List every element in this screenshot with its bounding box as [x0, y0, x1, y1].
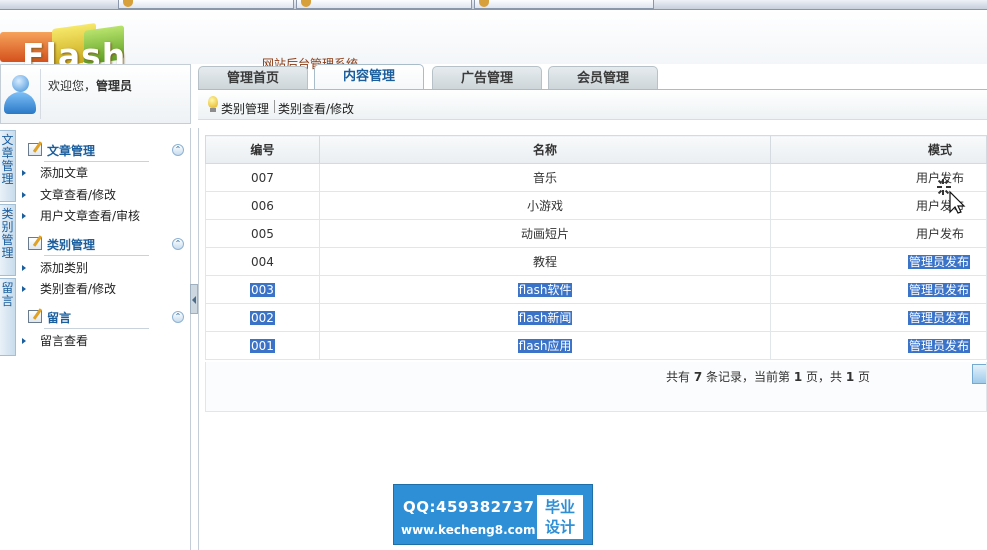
pager-button[interactable] — [972, 364, 986, 384]
lightbulb-icon — [208, 96, 218, 112]
total-records: 7 — [693, 370, 703, 384]
cell-id: 001 — [205, 331, 320, 360]
cell-mode: 管理员发布 — [770, 303, 987, 332]
pagination-text: 共有 7 条记录，当前第 1 页，共 1 页 — [665, 370, 870, 384]
cell-name[interactable]: 小游戏 — [318, 191, 772, 220]
cell-mode: 管理员发布 — [770, 331, 987, 360]
table-row[interactable]: 006 小游戏 用户发布 — [205, 191, 987, 220]
edit-icon — [28, 237, 42, 250]
vtab-categories[interactable]: 类别管理 — [0, 204, 16, 276]
tab-ads[interactable]: 广告管理 — [432, 66, 542, 90]
subnav-category-manage[interactable]: 类别管理 — [221, 100, 269, 117]
menu-item-review-user-articles[interactable]: 用户文章查看/审核 — [22, 207, 140, 224]
cell-name[interactable]: 教程 — [318, 247, 772, 276]
current-page: 1 — [793, 370, 803, 384]
tab-home[interactable]: 管理首页 — [198, 66, 308, 90]
table-row[interactable]: 001 flash应用 管理员发布 — [205, 331, 987, 360]
collapse-icon[interactable]: ⌃ — [172, 238, 184, 250]
menu-group-messages[interactable]: 留言 ⌃ — [26, 307, 184, 327]
table-row[interactable]: 007 音乐 用户发布 — [205, 163, 987, 192]
table-row[interactable]: 002 flash新闻 管理员发布 — [205, 303, 987, 332]
watermark-url: www.kecheng8.com — [401, 523, 536, 537]
page-icon — [479, 0, 489, 7]
cell-id: 005 — [205, 219, 320, 248]
cell-name[interactable]: 动画短片 — [318, 219, 772, 248]
edit-icon — [28, 310, 42, 323]
table-header-row: 编号 名称 模式 — [205, 135, 987, 164]
subnav-category-view[interactable]: 类别查看/修改 — [278, 100, 354, 117]
user-avatar-icon — [3, 72, 37, 116]
cell-id: 007 — [205, 163, 320, 192]
vtab-articles[interactable]: 文章管理 — [0, 130, 16, 202]
cell-name[interactable]: flash应用 — [318, 331, 772, 360]
user-panel: 欢迎您，管理员 — [0, 64, 191, 124]
menu-group-title: 文章管理 — [47, 144, 96, 158]
cursor-icon — [937, 179, 966, 214]
welcome-text: 欢迎您，管理员 — [48, 79, 133, 93]
sidebar-toggle-handle[interactable] — [190, 284, 198, 314]
arrow-right-icon — [22, 286, 26, 292]
pager-area: 共有 7 条记录，当前第 1 页，共 1 页 — [205, 362, 987, 412]
cell-mode: 管理员发布 — [770, 247, 987, 276]
cell-id: 003 — [205, 275, 320, 304]
menu-item-view-articles[interactable]: 文章查看/修改 — [22, 186, 116, 203]
page-icon — [123, 0, 133, 7]
watermark: QQ:459382737 www.kecheng8.com 毕业 设计 — [393, 484, 593, 545]
edit-icon — [28, 143, 42, 156]
username: 管理员 — [96, 79, 133, 93]
arrow-right-icon — [22, 213, 26, 219]
browser-tab-strip — [0, 0, 987, 10]
column-header-id: 编号 — [205, 135, 320, 164]
menu-item-view-messages[interactable]: 留言查看 — [22, 332, 88, 349]
cell-mode: 用户发布 — [770, 219, 987, 248]
table-row[interactable]: 003 flash软件 管理员发布 — [205, 275, 987, 304]
cell-name[interactable]: flash新闻 — [318, 303, 772, 332]
menu-group-articles[interactable]: 文章管理 ⌃ — [26, 140, 184, 160]
arrow-right-icon — [22, 170, 26, 176]
cell-id: 002 — [205, 303, 320, 332]
table-row[interactable]: 004 教程 管理员发布 — [205, 247, 987, 276]
menu-group-categories[interactable]: 类别管理 ⌃ — [26, 234, 184, 254]
table-row[interactable]: 005 动画短片 用户发布 — [205, 219, 987, 248]
cell-id: 006 — [205, 191, 320, 220]
column-header-name: 名称 — [318, 135, 772, 164]
category-table: 编号 名称 模式 007 音乐 用户发布 006 小游戏 用户发布 005 动画… — [205, 135, 987, 360]
menu-group-title: 类别管理 — [47, 238, 96, 252]
menu-item-add-article[interactable]: 添加文章 — [22, 164, 88, 181]
menu-item-add-category[interactable]: 添加类别 — [22, 259, 88, 276]
browser-tab[interactable] — [118, 0, 294, 9]
cell-name[interactable]: flash软件 — [318, 275, 772, 304]
arrow-right-icon — [22, 265, 26, 271]
logo: Flash — [0, 22, 125, 75]
collapse-icon[interactable]: ⌃ — [172, 311, 184, 323]
vtab-messages[interactable]: 留言 — [0, 278, 16, 356]
menu-group-title: 留言 — [47, 311, 72, 325]
arrow-right-icon — [22, 338, 26, 344]
cell-mode: 管理员发布 — [770, 275, 987, 304]
page-header: Flash 网站后台管理系统 — [0, 10, 987, 75]
total-pages: 1 — [845, 370, 855, 384]
tab-members[interactable]: 会员管理 — [548, 66, 658, 90]
watermark-badge: 毕业 设计 — [537, 495, 583, 539]
tab-content[interactable]: 内容管理 — [314, 64, 424, 91]
browser-tab[interactable] — [296, 0, 472, 9]
menu-item-view-categories[interactable]: 类别查看/修改 — [22, 280, 116, 297]
breadcrumb: 类别管理 类别查看/修改 — [198, 90, 987, 120]
cell-name[interactable]: 音乐 — [318, 163, 772, 192]
column-header-mode: 模式 — [770, 135, 987, 164]
collapse-icon[interactable]: ⌃ — [172, 144, 184, 156]
page-icon — [301, 0, 311, 7]
watermark-qq: QQ:459382737 — [403, 498, 535, 516]
arrow-right-icon — [22, 192, 26, 198]
cell-id: 004 — [205, 247, 320, 276]
browser-tab[interactable] — [474, 0, 654, 9]
